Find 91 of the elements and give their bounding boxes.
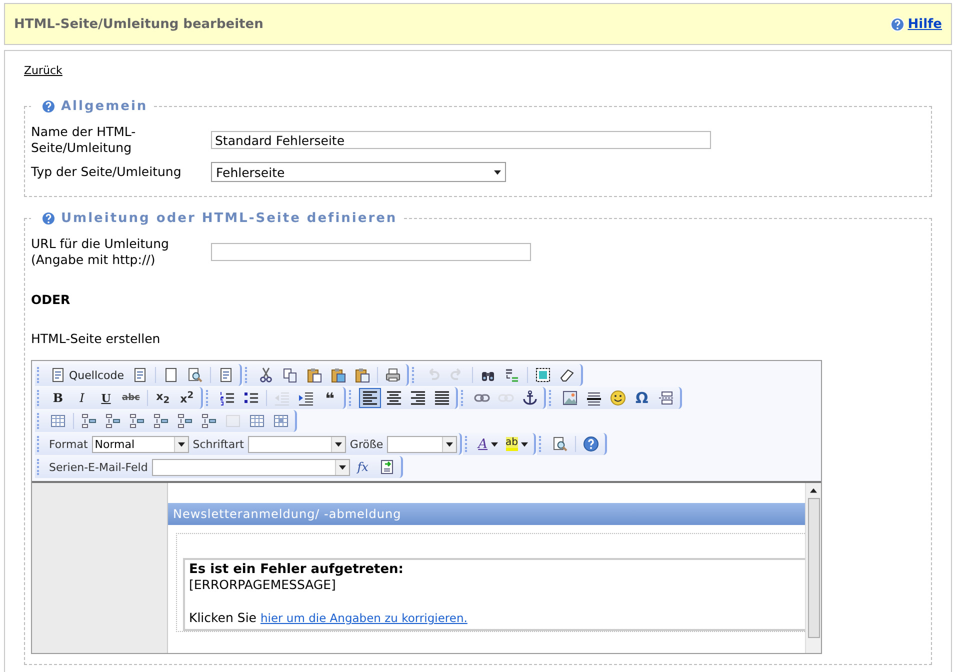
select-all-icon [535,367,552,383]
help-icon [41,99,56,114]
smiley-icon [610,390,626,406]
combo-field[interactable] [248,436,346,452]
help-link[interactable]: Hilfe [908,16,942,32]
subscript-button[interactable]: x$_{2}$ [152,388,174,408]
caret-icon [490,442,498,446]
table-row-icon [177,413,193,429]
eraser-icon [559,367,576,383]
grid-icon [249,413,265,429]
outdent-icon [274,390,290,406]
content-banner: Newsletteranmeldung/ -abmeldung [168,503,805,525]
scissors-icon [258,367,274,383]
clipboard-icon [354,367,370,383]
table-icon [50,413,66,429]
special-character-button[interactable]: Ω [630,388,653,408]
clipboard-icon [306,367,322,383]
section-legend: Allgemein [61,99,148,114]
back-link[interactable]: Zurück [24,64,62,77]
field-label: URL für die Umleitung (Angabe mit http://) [31,236,170,268]
select-field[interactable]: Fehlerseite [211,162,506,182]
or-label: ODER [31,292,72,307]
superscript-button[interactable]: x$^{2}$ [176,388,198,408]
correction-link[interactable]: hier um die Angaben zu korrigieren. [260,611,468,625]
caret-icon [334,442,342,446]
table-column-icon [153,413,169,429]
caret-icon [338,464,346,470]
scroll-thumb[interactable] [808,498,820,638]
combo-label: Format [49,438,88,450]
document-icon [50,367,66,383]
page-break-icon [658,390,674,406]
copy-icon [282,367,298,383]
combo-field[interactable] [152,458,350,476]
caret-icon [494,170,501,174]
numbered-list-icon [218,390,235,406]
source-button[interactable]: Quellcode [47,365,128,385]
table-row-icon [105,413,121,429]
indent-icon [298,390,314,406]
error-message: [ERRORPAGEMESSAGE] [189,577,337,592]
image-icon [562,390,578,406]
justify-icon [434,390,450,406]
text-color-button[interactable]: A [475,434,501,454]
italic-button[interactable]: I [71,388,93,408]
scrollbar[interactable] [805,483,821,653]
page-icon [163,367,180,383]
align-left-icon [362,390,378,406]
combo-label: Schriftart [192,438,244,450]
prompt-text: Klicken Sie [189,610,256,625]
magnifier-page-icon [187,367,204,383]
blockquote-button[interactable]: ❝ [318,388,341,408]
text-field[interactable]: Standard Fehlerseite [211,131,711,149]
cell-properties-icon [273,413,289,429]
anchor-icon [522,390,538,406]
table-row-icon [201,413,217,429]
combo-field[interactable]: Normal [92,436,189,452]
underline-button[interactable]: U [95,388,117,408]
combo-field[interactable] [387,436,458,452]
bold-button[interactable]: B [47,388,69,408]
help-icon [41,211,56,226]
help-icon [583,436,600,452]
error-heading: Es ist ein Fehler aufgetreten: [189,562,404,577]
replace-icon [504,367,520,383]
caret-icon [446,442,454,446]
field-label: Typ der Seite/Umleitung [31,164,182,180]
horizontal-rule-icon [586,390,602,406]
magnifier-page-icon [552,436,568,452]
align-center-icon [386,390,402,406]
background-color-button[interactable]: ab [502,434,532,454]
align-right-icon [410,390,426,406]
formula-button[interactable]: fx [352,457,374,477]
printer-icon [385,367,402,383]
combo-label: Größe [350,438,384,450]
table-row-icon [81,413,97,429]
strikethrough-button[interactable]: abc [119,388,143,408]
caret-icon [521,442,528,446]
section-legend: Umleitung oder HTML-Seite definieren [61,211,398,226]
page-title: HTML-Seite/Umleitung bearbeiten [14,16,264,32]
caret-icon [178,442,185,446]
section-label: HTML-Seite erstellen [31,331,162,346]
help-icon [890,16,905,32]
scroll-up-arrow [810,488,817,493]
insert-field-icon [378,459,395,475]
field-label: Name der HTML-Seite/Umleitung [31,124,137,156]
document-icon [218,367,234,383]
table-column-icon [129,413,145,429]
bullet-list-icon [242,390,259,406]
text-field[interactable] [211,243,531,261]
documents-icon [132,367,148,383]
align-left-button[interactable] [358,388,381,408]
combo-label: Serien-E-Mail-Feld [49,460,148,474]
clipboard-icon [330,367,346,383]
